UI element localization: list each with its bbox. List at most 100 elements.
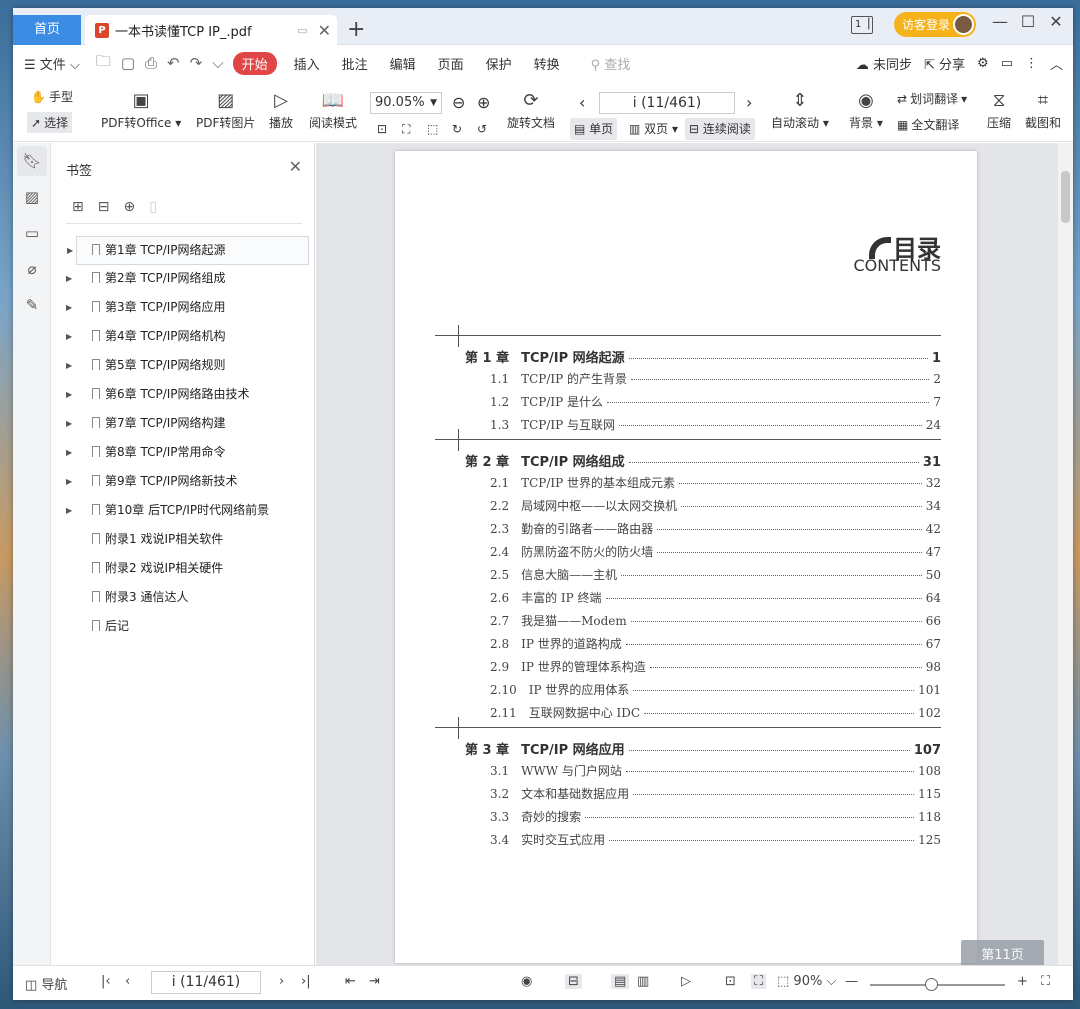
toc-chapter-row[interactable]: 第 1 章 TCP/IP 网络起源 1 — [465, 347, 941, 367]
toc-section-row[interactable]: 1.2 TCP/IP 是什么 7 — [490, 393, 941, 413]
toc-chapter-row[interactable]: 第 2 章 TCP/IP 网络组成 31 — [465, 451, 941, 471]
fit-page-icon[interactable]: ⛶ — [751, 974, 767, 989]
toc-section-row[interactable]: 2.9 IP 世界的管理体系构造 98 — [490, 658, 941, 678]
add-bookmark-icon[interactable]: ⊕ — [123, 199, 135, 215]
expand-arrow-icon[interactable]: ▶ — [66, 323, 72, 350]
expand-arrow-icon[interactable]: ▶ — [66, 468, 72, 495]
toc-section-row[interactable]: 2.11 互联网数据中心 IDC 102 — [490, 704, 941, 724]
vertical-scrollbar[interactable] — [1058, 143, 1073, 965]
toc-section-row[interactable]: 1.3 TCP/IP 与互联网 24 — [490, 416, 941, 436]
actual-size-icon[interactable]: ⊡ — [377, 122, 387, 136]
fit-page-icon[interactable]: ⛶ — [402, 122, 410, 137]
word-translate-button[interactable]: ⇄ 划词翻译 ▾ — [897, 90, 967, 107]
toc-section-row[interactable]: 2.10 IP 世界的应用体系 101 — [490, 681, 941, 701]
fit-width-icon[interactable]: ⬚ — [427, 122, 438, 136]
bookmark-item[interactable]: 后记 — [52, 613, 315, 642]
bookmark-item[interactable]: ▶ 第2章 TCP/IP网络组成 — [52, 265, 315, 294]
share-button[interactable]: ⇱ 分享 — [924, 54, 965, 73]
document-tab[interactable]: P 一本书读懂TCP IP_.pdf ▭ ✕ — [85, 15, 337, 45]
bookmark-icon[interactable]: 🔖︎ — [17, 146, 47, 176]
thumbnail-icon[interactable]: ▨ — [17, 182, 47, 212]
search-box[interactable]: ⚲ 查找 — [591, 54, 631, 73]
annotation-icon[interactable]: ▭ — [17, 218, 47, 248]
pdf-to-image-button[interactable]: ▨ PDF转图片 — [196, 88, 255, 131]
zoom-out-icon[interactable]: ⊖ — [452, 93, 465, 112]
scrollbar-thumb[interactable] — [1061, 171, 1070, 223]
tab-insert[interactable]: 插入 — [283, 54, 331, 73]
expand-all-icon[interactable]: ⊞ — [72, 199, 84, 215]
signature-icon[interactable]: ✎ — [17, 290, 47, 320]
bookmark-item[interactable]: ▶ 第10章 后TCP/IP时代网络前景 — [52, 497, 315, 526]
prev-page-icon[interactable]: ‹ — [579, 93, 585, 112]
expand-arrow-icon[interactable]: ▶ — [67, 237, 73, 264]
zoom-in-icon[interactable]: ⊕ — [477, 93, 490, 112]
background-button[interactable]: ◉ 背景 ▾ — [849, 88, 883, 131]
bookmark-item[interactable]: 附录2 戏说IP相关硬件 — [52, 555, 315, 584]
bookmark-item[interactable]: ▶ 第4章 TCP/IP网络机构 — [52, 323, 315, 352]
expand-arrow-icon[interactable]: ▶ — [66, 381, 72, 408]
visitor-login-button[interactable]: 访客登录 — [894, 12, 976, 37]
double-page-button[interactable]: ▥ 双页 ▾ — [625, 118, 682, 140]
zoom-select[interactable]: ⬚ 90% ⌵ — [777, 974, 836, 989]
navigation-button[interactable]: ◫ 导航 — [25, 974, 67, 993]
monitor-icon[interactable]: ▭ — [297, 24, 307, 37]
play-button[interactable]: ▷ 播放 — [269, 88, 293, 131]
bookmark-item[interactable]: ▶ 第7章 TCP/IP网络构建 — [52, 410, 315, 439]
play-icon[interactable]: ▷ — [681, 974, 691, 989]
first-page-icon[interactable]: |‹ — [101, 974, 111, 989]
toc-section-row[interactable]: 2.7 我是猫——Modem 66 — [490, 612, 941, 632]
tab-annotate[interactable]: 批注 — [331, 54, 379, 73]
zoom-select[interactable]: 90.05% ▼ — [370, 92, 442, 114]
toc-section-row[interactable]: 2.6 丰富的 IP 终端 64 — [490, 589, 941, 609]
maximize-button[interactable]: ☐ — [1017, 12, 1039, 31]
toc-section-row[interactable]: 3.4 实时交互式应用 125 — [490, 831, 941, 851]
forward-icon[interactable]: ⇥ — [369, 974, 380, 989]
close-window-button[interactable]: ✕ — [1045, 12, 1067, 31]
attachment-icon[interactable]: ⌀ — [17, 254, 47, 284]
toc-section-row[interactable]: 3.3 奇妙的搜索 118 — [490, 808, 941, 828]
zoom-in-button[interactable]: + — [1017, 974, 1028, 989]
pdf-to-office-button[interactable]: ▣ PDF转Office ▾ — [101, 88, 181, 131]
document-viewport[interactable]: 目录 CONTENTS 第 1 章 TCP/IP 网络起源 1 1.1 TCP/IP 的… — [316, 143, 1058, 972]
full-translate-button[interactable]: ▦ 全文翻译 — [897, 116, 959, 133]
bookmark-item[interactable]: ▶ 第3章 TCP/IP网络应用 — [52, 294, 315, 323]
bookmark-item[interactable]: ▶ 第5章 TCP/IP网络规则 — [52, 352, 315, 381]
expand-arrow-icon[interactable]: ▶ — [66, 497, 72, 524]
compress-button[interactable]: ⧖ 压缩 — [987, 88, 1011, 131]
single-page-icon[interactable]: ▤ — [611, 974, 630, 989]
prev-page-icon[interactable]: ‹ — [125, 974, 130, 989]
more-dropdown-icon[interactable]: ⌵ — [207, 54, 228, 72]
expand-arrow-icon[interactable]: ▶ — [66, 294, 72, 321]
rotate-right-icon[interactable]: ↻ — [452, 122, 462, 136]
sync-button[interactable]: ☁ 未同步 — [856, 54, 912, 73]
close-tab-icon[interactable]: ✕ — [318, 21, 331, 40]
eye-protect-icon[interactable]: ◉ — [521, 974, 532, 989]
back-icon[interactable]: ⇤ — [345, 974, 356, 989]
toc-section-row[interactable]: 3.2 文本和基础数据应用 115 — [490, 785, 941, 805]
actual-size-icon[interactable]: ⊡ — [725, 974, 736, 989]
comment-icon[interactable]: ▭ — [1001, 56, 1013, 71]
auto-scroll-button[interactable]: ⇕ 自动滚动 ▾ — [771, 88, 829, 131]
toc-section-row[interactable]: 2.4 防黑防盗不防火的防火墙 47 — [490, 543, 941, 563]
page-number-input[interactable]: i (11/461) — [599, 92, 735, 114]
expand-arrow-icon[interactable]: ▶ — [66, 352, 72, 379]
select-tool-button[interactable]: ➚ 选择 — [27, 112, 73, 133]
zoom-out-button[interactable]: — — [845, 974, 858, 989]
home-tab[interactable]: 首页 — [13, 15, 81, 45]
rotate-left-icon[interactable]: ↺ — [477, 122, 487, 136]
toc-section-row[interactable]: 2.3 勤奋的引路者——路由器 42 — [490, 520, 941, 540]
bookmark-item[interactable]: ▶ 第1章 TCP/IP网络起源 — [67, 236, 309, 265]
toc-section-row[interactable]: 2.8 IP 世界的道路构成 67 — [490, 635, 941, 655]
delete-bookmark-icon[interactable]: ▯ — [149, 199, 157, 215]
new-tab-button[interactable]: + — [347, 17, 365, 42]
window-layout-icon[interactable]: 1▕ — [851, 16, 873, 34]
bookmark-item[interactable]: ▶ 第6章 TCP/IP网络路由技术 — [52, 381, 315, 410]
toc-chapter-row[interactable]: 第 3 章 TCP/IP 网络应用 107 — [465, 739, 941, 759]
next-page-icon[interactable]: › — [746, 93, 752, 112]
redo-icon[interactable]: ↷ — [185, 54, 208, 72]
undo-icon[interactable]: ↶ — [162, 54, 185, 72]
expand-arrow-icon[interactable]: ▶ — [66, 439, 72, 466]
single-page-button[interactable]: ▤ 单页 — [570, 118, 618, 140]
expand-arrow-icon[interactable]: ▶ — [66, 410, 72, 437]
fullscreen-icon[interactable]: ⛶ — [1041, 974, 1050, 989]
